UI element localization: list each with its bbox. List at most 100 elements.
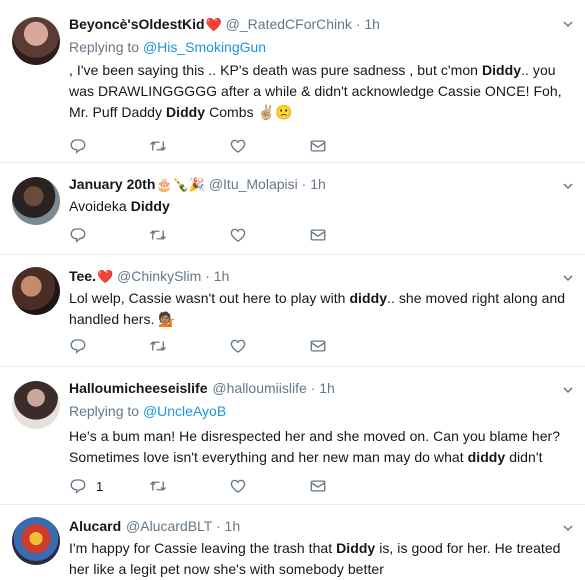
- direct-message-icon: [310, 229, 326, 241]
- name-emoji: 🎂🍾🎉: [156, 177, 205, 192]
- tweet-header: Alucard @AlucardBLT · 1h: [69, 517, 567, 535]
- avatar[interactable]: [12, 381, 60, 429]
- tweet-text: He's a bum man! He disrespected her and …: [69, 426, 567, 468]
- caret-down-icon[interactable]: [563, 523, 573, 533]
- replying-prefix: Replying to: [69, 403, 140, 419]
- display-name[interactable]: January 20th: [69, 176, 155, 192]
- direct-message-button[interactable]: [309, 137, 389, 155]
- reply-button[interactable]: [69, 137, 149, 155]
- tweet-text: Avoideka Diddy: [69, 196, 567, 217]
- tweet-actions: [69, 225, 389, 245]
- tweet-header: Beyoncè'sOldestKid❤️ @_RatedCForChink · …: [69, 15, 567, 33]
- tweet-header: Tee.❤️ @ChinkySlim · 1h: [69, 267, 567, 285]
- tweet-actions: [69, 336, 389, 356]
- retweet-icon: [150, 481, 166, 491]
- highlighted-keyword: diddy: [467, 449, 506, 465]
- highlighted-keyword: Diddy: [336, 540, 376, 556]
- text-part: didn't: [505, 449, 543, 465]
- user-handle[interactable]: @AlucardBLT: [126, 518, 212, 534]
- like-icon: [230, 339, 246, 353]
- user-handle[interactable]: @ChinkySlim: [117, 268, 201, 284]
- direct-message-button[interactable]: [309, 337, 389, 355]
- text-part: Combs ✌🏼🙁: [205, 104, 293, 120]
- separator-dot: ·: [301, 176, 307, 192]
- display-name[interactable]: Halloumicheeseislife: [69, 380, 208, 396]
- like-icon: [230, 479, 246, 493]
- tweet[interactable]: Halloumicheeseislife @halloumiislife · 1…: [0, 367, 585, 505]
- replying-to-link[interactable]: @His_SmokingGun: [143, 39, 266, 55]
- text-part: Lol welp, Cassie wasn't out here to play…: [69, 290, 350, 306]
- avatar[interactable]: [12, 517, 60, 565]
- display-name[interactable]: Beyoncè'sOldestKid: [69, 16, 205, 32]
- direct-message-button[interactable]: [309, 226, 389, 244]
- display-name[interactable]: Tee.: [69, 268, 96, 284]
- name-emoji: ❤️: [96, 269, 114, 284]
- direct-message-button[interactable]: [309, 477, 389, 495]
- user-handle[interactable]: @halloumiislife: [212, 380, 306, 396]
- retweet-button[interactable]: [149, 226, 229, 244]
- replying-prefix: Replying to: [69, 39, 140, 55]
- tweet-text: Lol welp, Cassie wasn't out here to play…: [69, 288, 567, 330]
- reply-count: 1: [96, 478, 104, 494]
- like-button[interactable]: [229, 137, 309, 155]
- separator-dot: ·: [205, 268, 210, 284]
- avatar[interactable]: [12, 267, 60, 315]
- tweet[interactable]: January 20th🎂🍾🎉 @Itu_Molapisi · 1h Avoid…: [0, 163, 585, 255]
- text-part: Avoideka: [69, 198, 131, 214]
- like-button[interactable]: [229, 477, 309, 495]
- avatar[interactable]: [12, 177, 60, 225]
- tweet-text: I'm happy for Cassie leaving the trash t…: [69, 538, 567, 580]
- reply-button[interactable]: 1: [69, 477, 149, 495]
- like-button[interactable]: [229, 337, 309, 355]
- separator-dot: ·: [355, 16, 361, 32]
- highlighted-keyword: Diddy: [130, 198, 170, 214]
- retweet-icon: [150, 141, 166, 151]
- caret-down-icon[interactable]: [563, 273, 573, 283]
- timestamp[interactable]: 1h: [310, 176, 326, 192]
- direct-message-icon: [310, 340, 326, 352]
- reply-button[interactable]: [69, 337, 149, 355]
- text-part: I'm happy for Cassie leaving the trash t…: [69, 540, 337, 556]
- caret-down-icon[interactable]: [563, 385, 573, 395]
- tweet[interactable]: Tee.❤️ @ChinkySlim · 1h Lol welp, Cassie…: [0, 255, 585, 367]
- reply-icon: [70, 479, 86, 494]
- retweet-icon: [150, 341, 166, 351]
- timestamp[interactable]: 1h: [214, 268, 230, 284]
- display-name[interactable]: Alucard: [69, 518, 121, 534]
- like-icon: [230, 228, 246, 242]
- tweet[interactable]: Alucard @AlucardBLT · 1h I'm happy for C…: [0, 505, 585, 580]
- tweet[interactable]: Beyoncè'sOldestKid❤️ @_RatedCForChink · …: [0, 0, 585, 163]
- text-part: , I've been saying this .. KP's death wa…: [69, 62, 482, 78]
- reply-icon: [70, 228, 86, 243]
- avatar[interactable]: [12, 17, 60, 65]
- retweet-button[interactable]: [149, 137, 229, 155]
- timestamp[interactable]: 1h: [364, 16, 380, 32]
- retweet-button[interactable]: [149, 477, 229, 495]
- replying-to: Replying to @His_SmokingGun: [69, 37, 567, 57]
- timestamp[interactable]: 1h: [225, 518, 241, 534]
- user-handle[interactable]: @_RatedCForChink: [226, 16, 352, 32]
- tweet-text: , I've been saying this .. KP's death wa…: [69, 60, 567, 123]
- timestamp[interactable]: 1h: [319, 380, 335, 396]
- like-button[interactable]: [229, 226, 309, 244]
- user-handle[interactable]: @Itu_Molapisi: [209, 176, 298, 192]
- replying-to: Replying to @UncleAyoB: [69, 401, 567, 421]
- reply-icon: [70, 139, 86, 154]
- tweet-feed: Beyoncè'sOldestKid❤️ @_RatedCForChink · …: [0, 0, 585, 580]
- separator-dot: ·: [215, 518, 221, 534]
- highlighted-keyword: Diddy: [481, 62, 522, 78]
- highlighted-keyword: diddy: [349, 290, 388, 306]
- reply-icon: [70, 339, 86, 354]
- tweet-header: Halloumicheeseislife @halloumiislife · 1…: [69, 379, 567, 397]
- highlighted-keyword: Diddy: [165, 104, 206, 120]
- retweet-icon: [150, 230, 166, 240]
- direct-message-icon: [310, 140, 326, 152]
- name-emoji: ❤️: [205, 17, 222, 32]
- caret-down-icon[interactable]: [563, 181, 573, 191]
- reply-button[interactable]: [69, 226, 149, 244]
- separator-dot: ·: [310, 380, 316, 396]
- retweet-button[interactable]: [149, 337, 229, 355]
- tweet-actions: 1: [69, 476, 389, 496]
- replying-to-link[interactable]: @UncleAyoB: [143, 403, 226, 419]
- caret-down-icon[interactable]: [563, 19, 573, 29]
